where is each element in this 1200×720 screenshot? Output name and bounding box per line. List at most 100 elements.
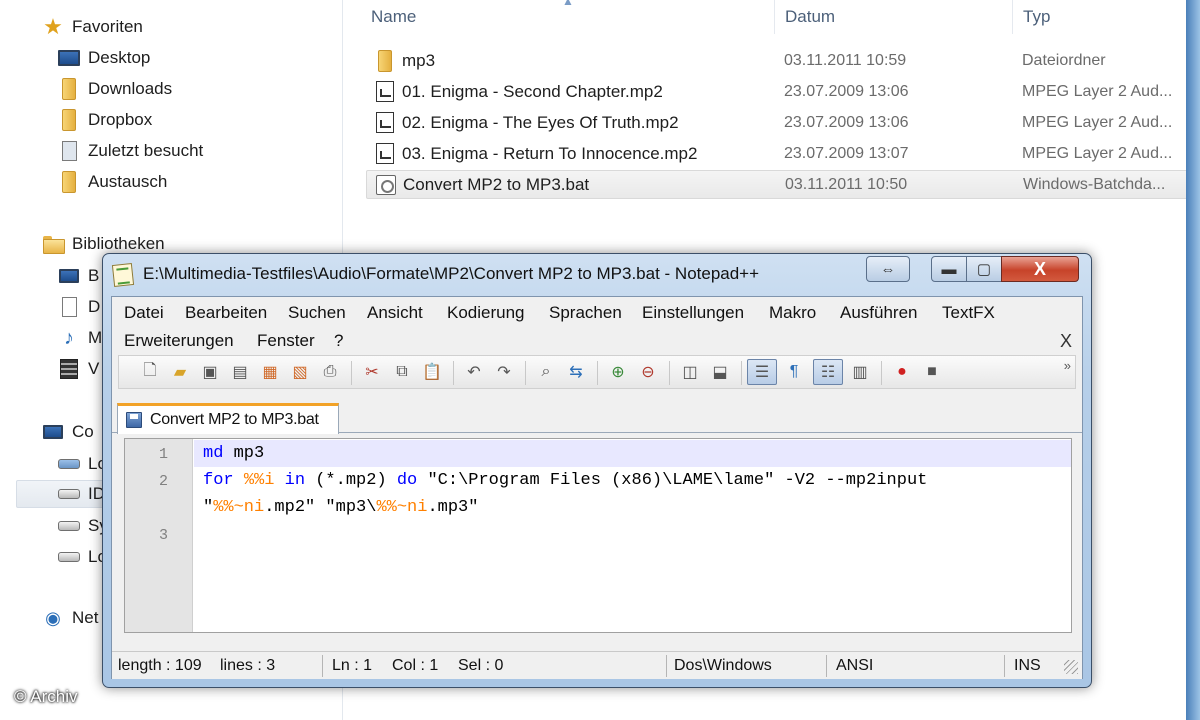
- column-divider[interactable]: [1012, 0, 1013, 34]
- nav-item-drive-4[interactable]: Lo: [58, 543, 107, 571]
- sync-vertical-icon[interactable]: ◫: [679, 361, 701, 383]
- code-text: ": [203, 498, 214, 517]
- zoom-out-icon[interactable]: ⊖: [637, 361, 659, 383]
- computer-icon: [42, 421, 64, 443]
- menu-makro[interactable]: Makro: [769, 303, 816, 323]
- paste-icon[interactable]: 📋: [421, 361, 443, 383]
- toolbar-separator: [597, 361, 598, 385]
- pictures-library-icon: [58, 265, 80, 287]
- cut-icon[interactable]: ✂: [361, 361, 383, 383]
- copy-icon[interactable]: ⧉: [391, 361, 413, 383]
- notepad-plus-plus-window: E:\Multimedia-Testfiles\Audio\Formate\MP…: [102, 253, 1092, 688]
- nav-favorites-header[interactable]: ★ Favoriten: [42, 13, 143, 41]
- column-header-date[interactable]: Datum: [785, 2, 835, 32]
- menu-ansicht[interactable]: Ansicht: [367, 303, 423, 323]
- open-file-icon[interactable]: ▰: [169, 361, 191, 383]
- menu-help[interactable]: ?: [334, 331, 343, 351]
- resize-grip-icon[interactable]: [1064, 660, 1078, 674]
- nav-item-dropbox[interactable]: Dropbox: [58, 106, 152, 134]
- indent-guide-icon[interactable]: ☷: [813, 359, 843, 385]
- menu-textfx[interactable]: TextFX: [942, 303, 995, 323]
- resize-toggle-button[interactable]: ⇔: [866, 256, 910, 282]
- menu-ausfuehren[interactable]: Ausführen: [840, 303, 918, 323]
- nav-item-desktop[interactable]: Desktop: [58, 44, 150, 72]
- menu-erweiterungen[interactable]: Erweiterungen: [124, 331, 234, 351]
- file-row-mp3-folder[interactable]: mp3 03.11.2011 10:59 Dateiordner: [366, 46, 1188, 75]
- save-icon[interactable]: ▣: [199, 361, 221, 383]
- show-all-characters-icon[interactable]: ¶: [783, 361, 805, 383]
- sync-horizontal-icon[interactable]: ⬓: [709, 361, 731, 383]
- nav-item-recent[interactable]: Zuletzt besucht: [58, 137, 203, 165]
- toolbar-separator: [741, 361, 742, 385]
- status-sel: Sel : 0: [458, 657, 504, 674]
- close-all-icon[interactable]: ▧: [289, 361, 311, 383]
- menu-datei[interactable]: Datei: [124, 303, 164, 323]
- toolbar-separator: [525, 361, 526, 385]
- nav-item-library-1[interactable]: B: [58, 262, 99, 290]
- nav-item-drive-1[interactable]: Lo: [58, 450, 107, 478]
- file-row-convert-bat[interactable]: Convert MP2 to MP3.bat 03.11.2011 10:50 …: [366, 170, 1188, 199]
- menu-bearbeiten[interactable]: Bearbeiten: [185, 303, 267, 323]
- undo-icon[interactable]: ↶: [463, 361, 485, 383]
- line-number: 1: [158, 446, 168, 463]
- menu-fenster[interactable]: Fenster: [257, 331, 315, 351]
- column-header-type[interactable]: Typ: [1023, 2, 1050, 32]
- nav-item-austausch[interactable]: Austausch: [58, 168, 167, 196]
- menu-sprachen[interactable]: Sprachen: [549, 303, 622, 323]
- file-row-enigma-1[interactable]: 01. Enigma - Second Chapter.mp2 23.07.20…: [366, 77, 1188, 106]
- tab-convert-mp2-to-mp3[interactable]: Convert MP2 to MP3.bat: [117, 403, 339, 434]
- file-row-enigma-3[interactable]: 03. Enigma - Return To Innocence.mp2 23.…: [366, 139, 1188, 168]
- record-macro-icon[interactable]: ●: [891, 361, 913, 383]
- replace-icon[interactable]: ⇆: [565, 361, 587, 383]
- copyright-watermark: © Archiv: [14, 687, 78, 706]
- file-name: 03. Enigma - Return To Innocence.mp2: [402, 143, 698, 163]
- menu-bar: Datei Bearbeiten Suchen Ansicht Kodierun…: [112, 297, 1082, 353]
- desktop-icon: [58, 47, 80, 69]
- menu-kodierung[interactable]: Kodierung: [447, 303, 525, 323]
- print-icon[interactable]: ⎙: [319, 361, 341, 383]
- nav-item-library-3[interactable]: ♪ M: [58, 324, 102, 352]
- user-language-icon[interactable]: ▥: [849, 361, 871, 383]
- status-ln: Ln : 1: [332, 657, 373, 674]
- stop-macro-icon[interactable]: ■: [921, 361, 943, 383]
- new-file-icon[interactable]: 🗋: [139, 361, 161, 383]
- file-type: Dateiordner: [1022, 51, 1106, 69]
- code-line-2[interactable]: for %%i in (*.mp2) do "C:\Program Files …: [203, 471, 927, 490]
- file-row-enigma-2[interactable]: 02. Enigma - The Eyes Of Truth.mp2 23.07…: [366, 108, 1188, 137]
- nav-item-library-4[interactable]: V: [58, 355, 99, 383]
- notepad-app-icon[interactable]: [111, 263, 135, 287]
- folder-icon: [374, 49, 396, 72]
- nav-item-label: Zuletzt besucht: [88, 141, 204, 160]
- tab-label: Convert MP2 to MP3.bat: [150, 411, 319, 428]
- nav-network-header[interactable]: ◉ Net: [42, 604, 98, 632]
- nav-item-downloads[interactable]: Downloads: [58, 75, 172, 103]
- toolbar-more-button[interactable]: »: [1064, 358, 1071, 373]
- keyword: for: [203, 471, 234, 490]
- variable: %%i: [243, 471, 275, 490]
- find-icon[interactable]: ⌕: [535, 361, 557, 383]
- local-disk-icon: [58, 453, 80, 475]
- code-line-2-wrapped[interactable]: "%%~ni.mp2" "mp3\%%~ni.mp3": [203, 498, 478, 517]
- drive-icon: [58, 483, 80, 505]
- close-document-button[interactable]: X: [1060, 331, 1072, 352]
- minimize-button[interactable]: ▬: [931, 256, 967, 282]
- code-line-1[interactable]: md mp3: [203, 444, 264, 463]
- title-bar[interactable]: E:\Multimedia-Testfiles\Audio\Formate\MP…: [103, 254, 1091, 294]
- column-divider[interactable]: [774, 0, 775, 34]
- maximize-button[interactable]: ▢: [966, 256, 1002, 282]
- saved-document-icon: [126, 412, 142, 428]
- save-all-icon[interactable]: ▤: [229, 361, 251, 383]
- menu-suchen[interactable]: Suchen: [288, 303, 346, 323]
- column-header-name[interactable]: Name: [371, 2, 416, 32]
- nav-item-drive-3[interactable]: Sy: [58, 512, 108, 540]
- code-editor[interactable]: 1 2 3 md mp3 for %%i in (*.mp2) do "C:\P…: [124, 438, 1072, 633]
- redo-icon[interactable]: ↷: [493, 361, 515, 383]
- close-button[interactable]: X: [1001, 256, 1079, 282]
- word-wrap-icon[interactable]: ☰: [747, 359, 777, 385]
- close-file-icon[interactable]: ▦: [259, 361, 281, 383]
- toolbar-separator: [351, 361, 352, 385]
- nav-computer-header[interactable]: Co: [42, 418, 94, 446]
- menu-einstellungen[interactable]: Einstellungen: [642, 303, 744, 323]
- nav-item-library-2[interactable]: D: [58, 293, 100, 321]
- zoom-in-icon[interactable]: ⊕: [607, 361, 629, 383]
